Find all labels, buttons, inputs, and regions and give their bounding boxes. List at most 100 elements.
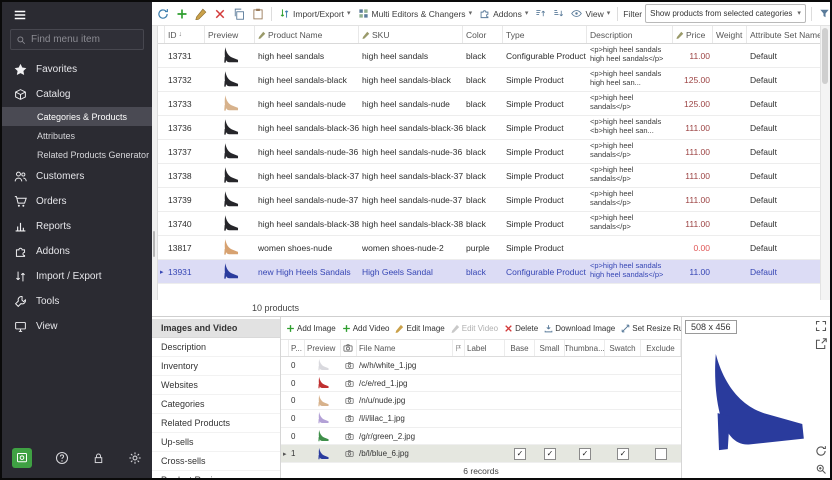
image-row[interactable]: 0/w/h/white_1.jpg [281,357,681,375]
addons-button[interactable]: Addons ▾ [477,6,530,21]
fullscreen-button[interactable] [815,320,827,332]
multi-editors-button[interactable]: Multi Editors & Changers ▾ [356,6,475,21]
add-video-button[interactable]: Add Video [342,324,390,333]
sidebar-item-customers[interactable]: Customers [2,164,152,189]
header-label[interactable]: Label [465,340,505,356]
header-sku[interactable]: SKU [359,26,463,43]
header-product-name[interactable]: Product Name [255,26,359,43]
sidebar-search-input[interactable]: Find menu item [10,29,144,50]
checkbox-exclude[interactable] [655,448,667,460]
zoom-button[interactable] [815,463,827,475]
image-row[interactable]: 0/c/e/red_1.jpg [281,375,681,393]
tab-images-and-video[interactable]: Images and Video [152,319,280,338]
image-row[interactable]: 0/g/r/green_2.jpg [281,428,681,446]
import-export-button[interactable]: Import/Export ▾ [277,6,353,21]
x-icon [214,8,226,20]
sidebar-item-favorites[interactable]: Favorites [2,57,152,82]
header-color[interactable]: Color [463,26,503,43]
header-id[interactable]: ID↓ [165,26,205,43]
checkbox-swatch[interactable]: ✓ [617,448,629,460]
product-row[interactable]: 13737high heel sandals-nude-36high heel … [157,140,830,164]
header-file-name[interactable]: File Name [357,340,453,356]
edit-product-button[interactable] [193,6,209,22]
panel-splitter[interactable] [152,26,158,300]
view-button[interactable]: View ▾ [569,6,612,21]
filters-button[interactable]: Filters ▾ [817,6,830,21]
add-image-button[interactable]: Add Image [286,324,336,333]
store-button[interactable] [12,448,32,468]
rotate-button[interactable] [815,445,827,457]
product-row-selected[interactable]: ▸13931new High Heels SandalsHigh Geels S… [157,260,830,284]
sort-desc-button[interactable] [551,6,566,21]
checkbox-base[interactable]: ✓ [514,448,526,460]
delete-image-button[interactable]: Delete [504,324,538,333]
paste-button[interactable] [250,6,266,22]
product-row[interactable]: 13732high heel sandals-blackhigh heel sa… [157,68,830,92]
scrollbar-thumb[interactable] [822,28,828,84]
tab-cross-sells[interactable]: Cross-sells [152,452,280,471]
product-row[interactable]: 13736high heel sandals-black-36high heel… [157,116,830,140]
header-description[interactable]: Description [587,26,673,43]
header-thumbnail[interactable]: Thumbna... [565,340,605,356]
product-row[interactable]: 13740high heel sandals-black-38high heel… [157,212,830,236]
sidebar-item-addons[interactable]: Addons [2,239,152,264]
image-row-selected[interactable]: ▸1/b/l/blue_6.jpg✓✓✓✓ [281,445,681,463]
menu-button[interactable] [2,2,152,27]
tab-description[interactable]: Description [152,338,280,357]
header-exclude[interactable]: Exclude [641,340,681,356]
product-row[interactable]: 13731high heel sandalshigh heel sandalsb… [157,44,830,68]
product-row[interactable]: 13739high heel sandals-nude-37high heel … [157,188,830,212]
sidebar-item-orders[interactable]: Orders [2,189,152,214]
product-row[interactable]: 13738high heel sandals-black-37high heel… [157,164,830,188]
download-image-button[interactable]: Download Image [544,324,615,333]
sidebar-item-related-products-generator[interactable]: Related Products Generator [2,145,152,164]
sidebar-item-categories-products[interactable]: Categories & Products [2,107,152,126]
tab-inventory[interactable]: Inventory [152,357,280,376]
header-preview[interactable]: Preview [305,340,341,356]
tab-product-reviews[interactable]: Product Reviews [152,471,280,480]
header-small[interactable]: Small [535,340,565,356]
header-weight[interactable]: Weight [713,26,747,43]
camera-icon [341,375,357,392]
header-attribute-set[interactable]: Attribute Set Name [747,26,830,43]
tab-related-products[interactable]: Related Products [152,414,280,433]
refresh-button[interactable] [155,6,171,22]
lock-button[interactable] [92,452,105,465]
set-resize-rule-button[interactable]: Set Resize Rule▾ [621,324,681,333]
cell-weight [713,140,747,163]
sidebar-item-tools[interactable]: Tools [2,289,152,314]
edit-image-button[interactable]: Edit Image [395,324,444,333]
add-product-button[interactable] [174,6,190,22]
sidebar-item-catalog[interactable]: Catalog [2,82,152,107]
tab-categories[interactable]: Categories [152,395,280,414]
sort-asc-button[interactable] [533,6,548,21]
checkbox-small[interactable]: ✓ [544,448,556,460]
camera-icon [341,428,357,445]
sidebar-item-attributes[interactable]: Attributes [2,126,152,145]
vertical-scrollbar[interactable] [820,26,830,300]
image-row[interactable]: 0/n/u/nude.jpg [281,392,681,410]
header-swatch[interactable]: Swatch [605,340,641,356]
product-row[interactable]: 13817women shoes-nudewomen shoes-nude-2p… [157,236,830,260]
header-base[interactable]: Base [505,340,535,356]
filter-select[interactable]: Show products from selected categories ▾ [645,4,806,23]
header-price[interactable]: Price [673,26,713,43]
header-preview[interactable]: Preview [205,26,255,43]
header-type[interactable]: Type [503,26,587,43]
open-external-button[interactable] [815,338,827,350]
sidebar-item-reports[interactable]: Reports [2,214,152,239]
copy-button[interactable] [231,6,247,22]
tab-up-sells[interactable]: Up-sells [152,433,280,452]
checkbox-thumbnail[interactable]: ✓ [579,448,591,460]
sidebar-item-import-export[interactable]: Import / Export [2,264,152,289]
tab-websites[interactable]: Websites [152,376,280,395]
header-position[interactable]: P... [289,340,305,356]
sidebar-item-label: Categories & Products [37,112,127,122]
splitter-grip[interactable] [153,231,155,257]
settings-button[interactable] [128,451,142,465]
sidebar-item-view[interactable]: View [2,314,152,339]
delete-product-button[interactable] [212,6,228,22]
image-row[interactable]: 0/l/i/lilac_1.jpg [281,410,681,428]
help-button[interactable] [55,451,69,465]
product-row[interactable]: 13733high heel sandals-nudehigh heel san… [157,92,830,116]
